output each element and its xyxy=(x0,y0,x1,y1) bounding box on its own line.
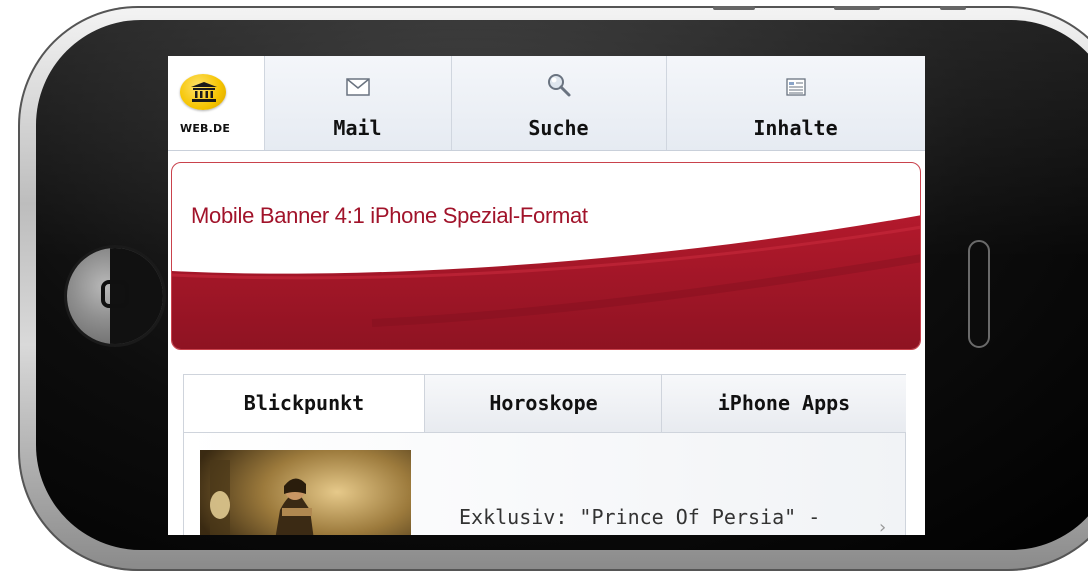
top-navigation: WEB.DE Mail Suche Inhalte xyxy=(168,56,925,151)
chevron-right-icon[interactable]: › xyxy=(879,517,886,535)
content-tabs: Blickpunkt Horoskope iPhone Apps xyxy=(184,375,906,433)
article-thumbnail[interactable] xyxy=(200,450,411,535)
webde-logo-icon xyxy=(180,74,226,110)
content-panel: Blickpunkt Horoskope iPhone Apps Exklusi… xyxy=(183,374,906,535)
nav-tab-inhalte[interactable]: Inhalte xyxy=(666,56,925,150)
nav-tab-label: Suche xyxy=(528,116,589,140)
banner-title: Mobile Banner 4:1 iPhone Spezial-Format xyxy=(191,203,588,228)
ad-banner[interactable]: Mobile Banner 4:1 iPhone Spezial-Format xyxy=(171,162,921,350)
content-list-icon xyxy=(785,78,806,100)
speaker-slot xyxy=(968,240,990,348)
nav-tab-mail[interactable]: Mail xyxy=(264,56,452,150)
home-square-icon xyxy=(101,280,129,308)
tab-iphone-apps[interactable]: iPhone Apps xyxy=(661,375,906,432)
home-button[interactable] xyxy=(67,248,163,344)
logo-home-link[interactable]: WEB.DE xyxy=(168,56,265,150)
nav-tab-label: Mail xyxy=(333,116,382,140)
sleep-button xyxy=(940,6,966,10)
nav-tab-label: Inhalte xyxy=(753,116,838,140)
tab-horoskope[interactable]: Horoskope xyxy=(424,375,662,432)
phone-screen: WEB.DE Mail Suche Inhalte Mobile Banner … xyxy=(168,56,925,535)
banner-wave-graphic xyxy=(172,215,920,349)
logo-text: WEB.DE xyxy=(180,122,231,135)
article-headline[interactable]: Exklusiv: "Prince Of Persia" - xyxy=(459,505,820,529)
envelope-icon xyxy=(345,78,370,100)
tab-blickpunkt[interactable]: Blickpunkt xyxy=(184,375,424,432)
nav-tab-suche[interactable]: Suche xyxy=(451,56,667,150)
volume-button xyxy=(834,6,880,10)
volume-button xyxy=(713,6,755,10)
magnifier-icon xyxy=(546,72,572,102)
